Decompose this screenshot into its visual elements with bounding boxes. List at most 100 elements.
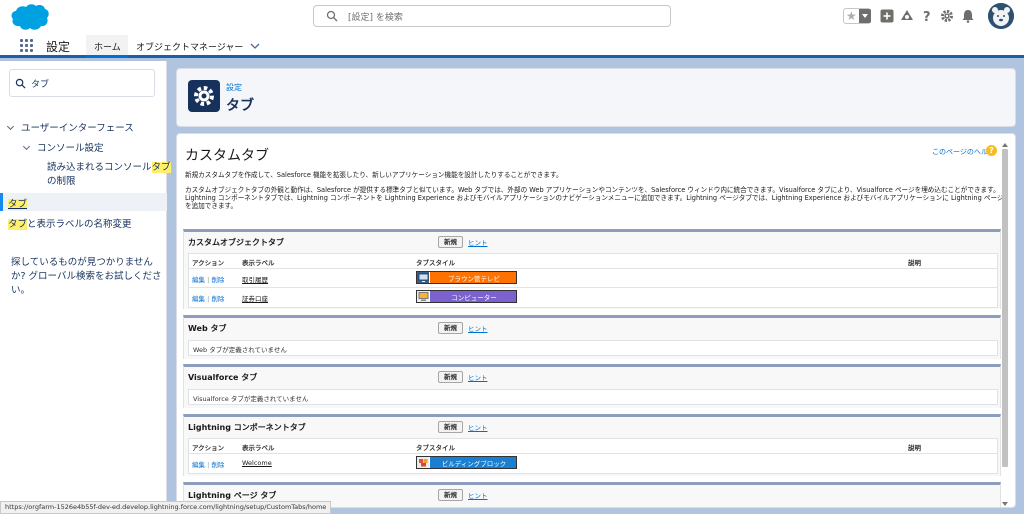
tree-console-tab-limit-suffix: の制限 — [47, 176, 76, 187]
column-header-label: 表示ラベル — [242, 444, 275, 452]
setup-gear-icon — [194, 86, 214, 106]
svg-text:?: ? — [923, 10, 931, 23]
edit-link[interactable]: 編集 — [192, 276, 205, 284]
tab-label-link[interactable]: 証券口座 — [242, 293, 268, 303]
tree-user-interface-label: ユーザーインターフェース — [21, 123, 134, 134]
empty-state-text: Web タブが定義されていません — [193, 346, 287, 354]
global-actions-icon[interactable] — [880, 9, 894, 23]
star-icon: ★ — [846, 9, 857, 23]
new-lightning-component-tab-button[interactable]: 新規 — [438, 421, 463, 433]
hint-link[interactable]: ヒント — [468, 323, 488, 333]
hint-link[interactable]: ヒント — [468, 422, 488, 432]
tree-tabs-label: タブ — [8, 199, 28, 210]
chevron-down-icon — [6, 122, 15, 131]
delete-link[interactable]: 削除 — [211, 276, 224, 284]
page-icon — [188, 80, 220, 112]
action-separator: | — [207, 461, 210, 469]
scroll-up-icon[interactable] — [1001, 142, 1009, 148]
user-avatar-image — [988, 3, 1014, 29]
tree-console-tab-limit[interactable]: 読み込まれるコンソールタブ の制限 — [47, 161, 171, 189]
hint-link[interactable]: ヒント — [468, 490, 488, 500]
tab-style-swatch: ブラウン管テレビ — [416, 271, 517, 284]
new-web-tab-button[interactable]: 新規 — [438, 322, 463, 334]
tab-label-link[interactable]: 取引履歴 — [242, 274, 268, 284]
blocks-icon — [417, 457, 430, 468]
page-header: 設定 タブ — [176, 68, 1016, 127]
column-header-tab-style: タブスタイル — [416, 444, 455, 452]
tab-style-name: ブラウン管テレビ — [448, 275, 500, 283]
column-header-action: アクション — [192, 444, 225, 452]
scroll-down-icon[interactable] — [1001, 501, 1009, 507]
tree-tabs-selected[interactable]: タブ — [0, 193, 167, 211]
scrollbar-thumb[interactable] — [1002, 149, 1008, 467]
delete-link[interactable]: 削除 — [211, 461, 224, 469]
page-title: タブ — [226, 98, 254, 114]
computer-icon — [417, 291, 430, 302]
tab-object-manager[interactable]: オブジェクトマネージャー — [136, 40, 243, 53]
user-avatar[interactable] — [988, 3, 1014, 29]
new-custom-object-tab-button[interactable]: 新規 — [438, 236, 463, 248]
global-search[interactable]: [設定] を検索 — [313, 5, 671, 27]
row-actions: 編集 | 削除 — [192, 274, 224, 284]
tab-home[interactable]: ホーム — [86, 35, 128, 58]
app-name: 設定 — [46, 40, 71, 54]
help-icon[interactable]: ? — [920, 9, 934, 23]
hint-link[interactable]: ヒント — [468, 237, 488, 247]
hint-link[interactable]: ヒント — [468, 372, 488, 382]
tab-style-name: コンピューター — [451, 294, 497, 302]
visualforce-tabs-section: Visualforce タブ 新規 ヒント Visualforce タブが定義さ… — [183, 364, 1001, 408]
delete-link[interactable]: 削除 — [211, 295, 224, 303]
tab-style-name: ビルディングブロック — [441, 460, 507, 468]
tree-rename-tabs-labels[interactable]: タブと表示ラベルの名称変更 — [8, 216, 132, 230]
custom-object-tabs-section: カスタムオブジェクトタブ 新規 ヒント アクション 表示ラベル タブスタイル 説… — [183, 229, 1001, 309]
table-row: 編集 | 削除 取引履歴 ブラウン管テレビ — [189, 268, 997, 286]
search-icon — [326, 10, 338, 22]
favorites-dropdown-icon[interactable] — [859, 9, 871, 23]
column-header-description: 説明 — [908, 259, 921, 267]
tree-console-settings-label: コンソール設定 — [37, 143, 104, 154]
web-tabs-section: Web タブ 新規 ヒント Web タブが定義されていません — [183, 315, 1001, 359]
section-title: Visualforce タブ — [188, 373, 258, 382]
row-actions: 編集 | 削除 — [192, 293, 224, 303]
trailhead-icon[interactable] — [900, 9, 914, 23]
table-row: 編集 | 削除 Welcome ビルディングブロック — [189, 453, 997, 471]
lightning-component-tabs-table: アクション 表示ラベル タブスタイル 説明 編集 | 削除 Welcome ビル… — [188, 438, 998, 474]
tree-console-settings[interactable]: コンソール設定 — [22, 140, 104, 154]
quick-find-value: タブ — [31, 80, 50, 90]
salesforce-logo[interactable] — [9, 3, 50, 31]
quick-find-input[interactable]: タブ — [9, 69, 155, 97]
app-nav-bar: 設定 ホーム オブジェクトマネージャー — [0, 33, 1024, 58]
tab-label-link[interactable]: Welcome — [242, 459, 272, 467]
app-launcher-icon[interactable] — [20, 39, 33, 52]
favorites-button[interactable]: ★ — [843, 8, 871, 24]
action-separator: | — [207, 276, 210, 284]
help-icon[interactable]: ? — [986, 145, 997, 156]
section-title: Lightning コンポーネントタブ — [188, 423, 306, 432]
custom-tabs-panel: カスタムタブ このページのヘルプ ? 新規カスタムタブを作成して、Salesfo… — [176, 133, 1016, 508]
tab-style-swatch: コンピューター — [416, 290, 517, 303]
section-title: Web タブ — [188, 324, 227, 333]
lightning-component-tabs-section: Lightning コンポーネントタブ 新規 ヒント アクション 表示ラベル タ… — [183, 414, 1001, 476]
column-header-action: アクション — [192, 259, 225, 267]
column-header-label: 表示ラベル — [242, 259, 275, 267]
chevron-down-icon[interactable] — [250, 42, 260, 50]
edit-link[interactable]: 編集 — [192, 295, 205, 303]
section-title: カスタムオブジェクトタブ — [188, 238, 284, 247]
new-lightning-page-tab-button[interactable]: 新規 — [438, 489, 463, 501]
new-visualforce-tab-button[interactable]: 新規 — [438, 371, 463, 383]
content-scrollbar[interactable] — [1001, 142, 1009, 507]
custom-object-tabs-table: アクション 表示ラベル タブスタイル 説明 編集 | 削除 取引履歴 ブラウン管… — [188, 253, 998, 308]
browser-status-url: https://orgfarm-1526e4b55f-dev-ed.develo… — [0, 501, 332, 514]
column-header-tab-style: タブスタイル — [416, 259, 455, 267]
global-header: [設定] を検索 ★ ? — [0, 0, 1024, 33]
edit-link[interactable]: 編集 — [192, 461, 205, 469]
setup-sidebar: タブ ユーザーインターフェース コンソール設定 読み込まれるコンソールタブ の制… — [0, 61, 171, 514]
notifications-bell-icon[interactable] — [961, 9, 975, 23]
tree-user-interface[interactable]: ユーザーインターフェース — [6, 120, 134, 134]
chevron-down-icon — [22, 142, 31, 151]
page-eyebrow[interactable]: 設定 — [226, 82, 242, 93]
tree-console-tab-limit-label: 読み込まれるコンソール — [47, 162, 152, 173]
search-icon — [15, 78, 26, 89]
setup-gear-icon[interactable] — [940, 9, 954, 23]
empty-state-row: Web タブが定義されていません — [188, 340, 998, 356]
